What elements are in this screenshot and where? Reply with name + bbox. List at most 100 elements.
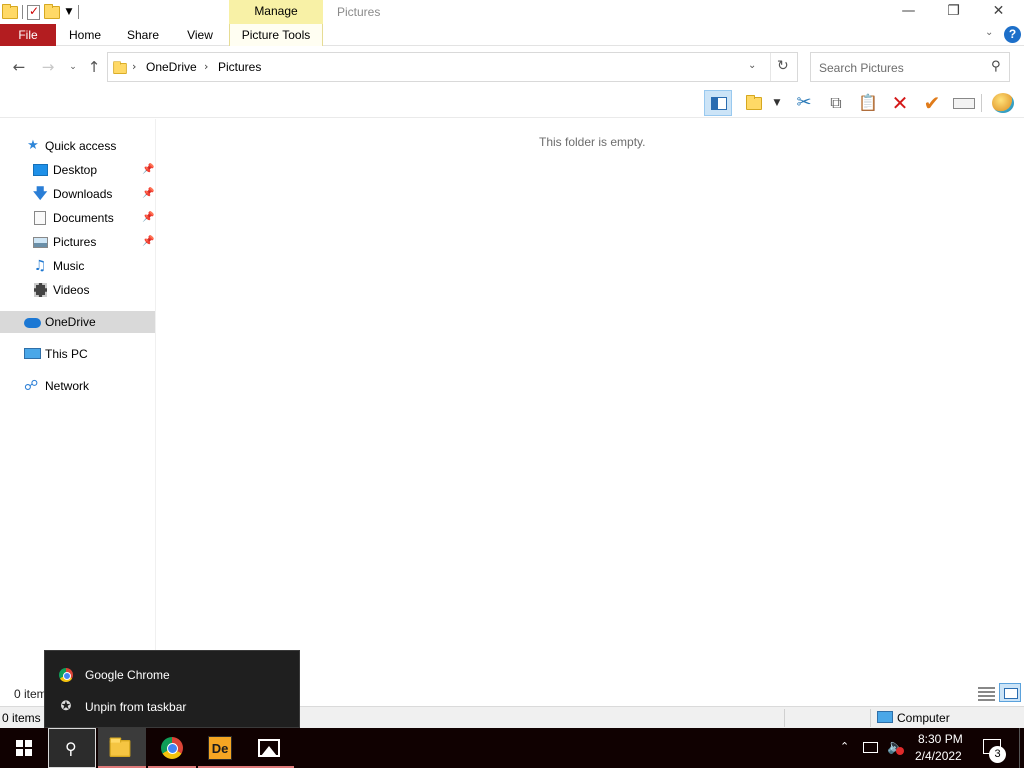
taskbar-jump-list: Google Chrome ✪ Unpin from taskbar: [44, 650, 300, 728]
toolbar-separator: [981, 94, 982, 112]
qat-separator: [22, 5, 23, 19]
taskbar-photos[interactable]: [246, 728, 294, 768]
breadcrumb-pictures[interactable]: Pictures: [218, 60, 261, 74]
pin-icon[interactable]: 📌: [142, 231, 154, 253]
de-app-icon: De: [208, 736, 232, 760]
nav-music[interactable]: ♫ Music: [0, 255, 156, 277]
nav-onedrive[interactable]: OneDrive: [0, 311, 156, 333]
large-icons-view-icon[interactable]: [999, 683, 1021, 702]
nav-label: Pictures: [53, 235, 97, 249]
nav-label: Videos: [53, 283, 90, 297]
breadcrumb-chevron-icon[interactable]: ›: [204, 60, 208, 73]
cut-icon[interactable]: ✂: [790, 90, 818, 116]
nav-desktop[interactable]: Desktop 📌: [0, 159, 156, 181]
pin-icon[interactable]: 📌: [142, 207, 154, 229]
preview-pane-icon[interactable]: [704, 90, 732, 116]
show-desktop-button[interactable]: [1019, 728, 1020, 768]
status-divider: [870, 709, 871, 727]
folder-icon[interactable]: [2, 3, 18, 19]
qat-separator: [78, 5, 79, 19]
window-title: Pictures: [337, 5, 381, 19]
folder-icon: [113, 61, 127, 75]
documents-icon: [34, 211, 46, 225]
tab-view[interactable]: View: [172, 24, 228, 46]
tab-file[interactable]: File: [0, 24, 56, 46]
taskbar: ⚲ De ⌃ 🔈 8:30 PM 2/4/2022 3: [0, 728, 1024, 768]
details-view-icon[interactable]: [978, 685, 995, 701]
nav-network[interactable]: ☍ Network: [0, 375, 156, 397]
pin-icon[interactable]: 📌: [142, 183, 154, 205]
expand-ribbon-icon[interactable]: ⌄: [985, 27, 993, 38]
start-button[interactable]: [0, 728, 48, 768]
status-item-count: 0 items: [2, 711, 41, 725]
close-button[interactable]: ✕: [976, 0, 1021, 24]
paste-icon[interactable]: 📋: [854, 90, 882, 116]
chrome-icon: [59, 668, 73, 682]
nav-downloads[interactable]: 🡇 Downloads 📌: [0, 183, 156, 205]
manage-contextual-tab[interactable]: Manage: [229, 0, 323, 24]
search-icon[interactable]: ⚲: [991, 59, 1001, 74]
nav-label: OneDrive: [45, 315, 96, 329]
back-arrow-icon[interactable]: ←: [9, 59, 29, 75]
computer-icon: [877, 711, 893, 723]
help-icon[interactable]: ?: [1004, 26, 1021, 43]
nav-label: Downloads: [53, 187, 113, 201]
address-bar[interactable]: › OneDrive › Pictures ⌄ ↻: [107, 52, 798, 82]
new-folder-icon[interactable]: [742, 90, 770, 116]
nav-this-pc[interactable]: This PC: [0, 343, 156, 365]
up-arrow-icon[interactable]: ↑: [84, 59, 104, 75]
copy-icon[interactable]: ⧉: [822, 90, 850, 116]
pane-splitter[interactable]: [155, 119, 156, 705]
rename-icon[interactable]: [950, 90, 978, 116]
minimize-button[interactable]: —: [886, 0, 931, 24]
navigation-bar: ← → ⌄ ↑ › OneDrive › Pictures ⌄ ↻ Search…: [0, 47, 1024, 87]
recent-locations-icon[interactable]: ⌄: [63, 59, 83, 75]
search-input[interactable]: Search Pictures ⚲: [810, 52, 1010, 82]
taskbar-file-explorer[interactable]: [98, 728, 146, 768]
properties-check-icon[interactable]: ✔: [918, 90, 946, 116]
nav-label: Desktop: [53, 163, 98, 177]
downloads-icon: 🡇: [33, 186, 48, 202]
nav-pictures[interactable]: Pictures 📌: [0, 231, 156, 253]
address-dropdown-icon[interactable]: ⌄: [748, 60, 756, 71]
nav-quick-access[interactable]: ★ Quick access: [0, 135, 156, 157]
maximize-button[interactable]: ❐: [931, 0, 976, 24]
navigation-pane: ★ Quick access Desktop 📌 🡇 Downloads 📌 D…: [0, 119, 156, 679]
volume-muted-badge: [896, 747, 904, 755]
shell-icon[interactable]: [989, 90, 1017, 116]
taskbar-google-chrome[interactable]: [148, 728, 196, 768]
jumplist-label: Unpin from taskbar: [85, 700, 187, 714]
nav-videos[interactable]: Videos: [0, 279, 156, 301]
file-explorer-icon: [109, 737, 131, 757]
tab-home[interactable]: Home: [56, 24, 114, 46]
jumplist-google-chrome[interactable]: Google Chrome: [45, 659, 301, 691]
taskbar-de-app[interactable]: De: [198, 728, 246, 768]
new-folder-icon[interactable]: [44, 3, 60, 19]
refresh-icon[interactable]: ↻: [777, 58, 789, 74]
pin-icon[interactable]: 📌: [142, 159, 154, 181]
show-hidden-icons-icon[interactable]: ⌃: [840, 740, 849, 753]
clock-time[interactable]: 8:30 PM: [918, 732, 963, 746]
properties-icon[interactable]: [27, 4, 40, 20]
search-icon: ⚲: [65, 739, 77, 758]
forward-arrow-icon[interactable]: →: [38, 59, 58, 75]
nav-documents[interactable]: Documents 📌: [0, 207, 156, 229]
quick-access-toolbar: ▼: [2, 3, 79, 21]
delete-icon[interactable]: ✕: [886, 90, 914, 116]
clock-date[interactable]: 2/4/2022: [915, 749, 962, 763]
onedrive-cloud-icon: [24, 318, 41, 328]
tab-share[interactable]: Share: [114, 24, 172, 46]
empty-folder-message: This folder is empty.: [539, 135, 646, 149]
new-item-dropdown-icon[interactable]: ▼: [770, 90, 784, 116]
nav-label: This PC: [45, 347, 88, 361]
breadcrumb-onedrive[interactable]: OneDrive: [146, 60, 197, 74]
jumplist-unpin[interactable]: ✪ Unpin from taskbar: [45, 691, 301, 723]
customize-qat-dropdown-icon[interactable]: ▼: [64, 7, 74, 17]
status-divider: [784, 709, 785, 727]
network-tray-icon[interactable]: [863, 742, 878, 753]
taskbar-search-button[interactable]: ⚲: [48, 728, 96, 768]
address-divider: [770, 53, 771, 81]
breadcrumb-chevron-icon[interactable]: ›: [132, 60, 136, 73]
videos-icon: [34, 283, 47, 297]
tab-picture-tools[interactable]: Picture Tools: [229, 24, 323, 46]
